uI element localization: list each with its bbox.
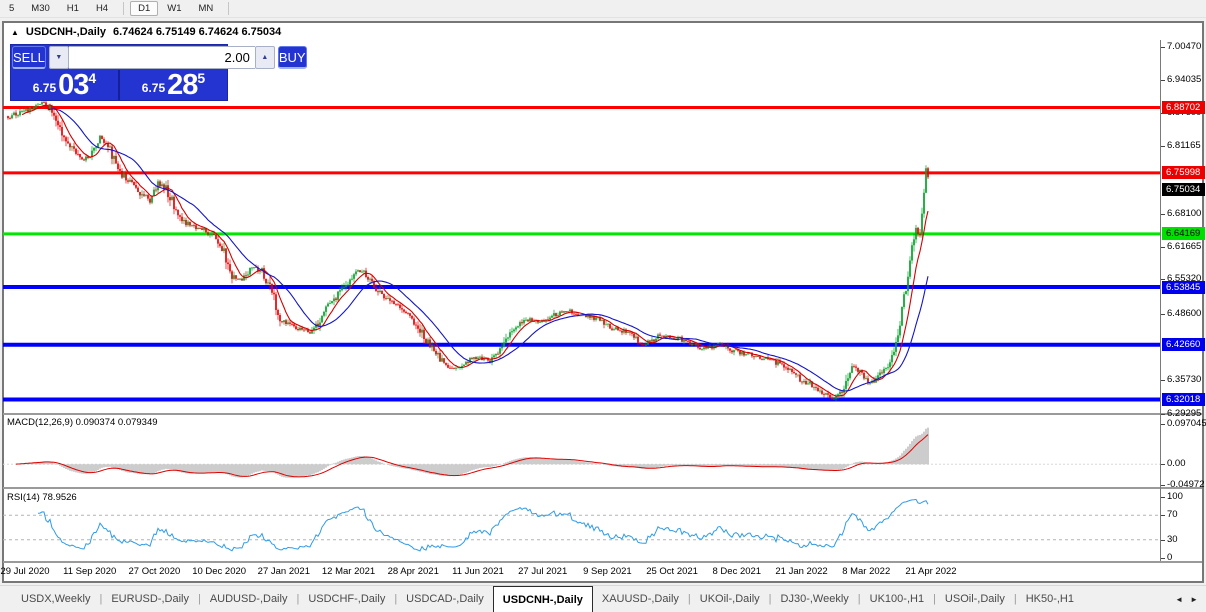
macd-axis-label: -0.04972 xyxy=(1167,479,1205,491)
date-axis-label: 11 Jun 2021 xyxy=(452,566,504,577)
date-axis-label: 8 Mar 2022 xyxy=(842,566,890,577)
date-axis-label: 27 Jul 2021 xyxy=(518,566,567,577)
price-tick-label: 6.68100 xyxy=(1167,208,1201,220)
date-axis-label: 29 Jul 2020 xyxy=(0,566,49,577)
timeframe-button-h1[interactable]: H1 xyxy=(59,1,87,16)
rsi-axis-label: 0 xyxy=(1167,552,1172,564)
price-tick-label: 6.81165 xyxy=(1167,140,1201,152)
toolbar-separator xyxy=(228,2,229,15)
timeframe-toolbar: 5M30H1H4 D1W1MN xyxy=(0,0,1206,18)
buy-price-big: 28 xyxy=(167,72,197,98)
sell-price-big: 03 xyxy=(58,72,88,98)
symbol-tab-usdcad[interactable]: USDCAD-,Daily xyxy=(397,586,493,612)
price-level-badge: 6.42660 xyxy=(1162,338,1205,351)
date-axis-label: 11 Sep 2020 xyxy=(63,566,116,577)
volume-decrease-button[interactable]: ▼ xyxy=(49,46,69,69)
tab-scroll-left-icon[interactable]: ◄ xyxy=(1175,595,1183,604)
symbol-tabs: USDX,Weekly|EURUSD-,Daily|AUDUSD-,Daily|… xyxy=(12,586,1074,612)
one-click-trade-panel: SELL ▼ ▲ BUY 6.75 03 4 6.75 28 5 xyxy=(10,44,228,101)
chart-ohlc-values: 6.74624 6.75149 6.74624 6.75034 xyxy=(113,26,281,38)
volume-input[interactable] xyxy=(69,46,255,69)
sell-button[interactable]: SELL xyxy=(12,46,46,69)
panel-separator[interactable] xyxy=(3,413,1202,415)
price-level-badge: 6.53845 xyxy=(1162,281,1205,294)
rsi-axis-label: 70 xyxy=(1167,509,1178,521)
sell-price-sup: 4 xyxy=(88,70,96,86)
price-axis-line xyxy=(1160,40,1161,561)
buy-price-small: 6.75 xyxy=(142,79,165,98)
date-axis-label: 21 Apr 2022 xyxy=(905,566,956,577)
date-axis-label: 28 Apr 2021 xyxy=(388,566,439,577)
timeframe-button-mn[interactable]: MN xyxy=(191,1,222,16)
price-level-badge: 6.32018 xyxy=(1162,393,1205,406)
symbol-tab-usdchf[interactable]: USDCHF-,Daily xyxy=(299,586,394,612)
chart-symbol-title: USDCNH-,Daily xyxy=(26,26,106,38)
buy-button[interactable]: BUY xyxy=(278,46,307,69)
collapse-arrow-icon[interactable]: ▲ xyxy=(11,28,19,37)
tab-scroll-arrows: ◄ ► xyxy=(1175,586,1206,612)
volume-stepper: ▼ ▲ xyxy=(49,46,275,69)
symbol-tab-audusd[interactable]: AUDUSD-,Daily xyxy=(201,586,297,612)
sell-price-small: 6.75 xyxy=(33,79,56,98)
price-tick-label: 6.94035 xyxy=(1167,74,1201,86)
price-level-badge: 6.88702 xyxy=(1162,101,1205,114)
sell-price-display: 6.75 03 4 xyxy=(11,70,120,100)
macd-axis-label: 0.00 xyxy=(1167,458,1186,470)
date-axis-label: 10 Dec 2020 xyxy=(192,566,246,577)
trading-terminal: 5M30H1H4D1W1MN ▲ USDCNH-,Daily 6.74624 6… xyxy=(0,0,1206,612)
date-axis-label: 12 Mar 2021 xyxy=(322,566,375,577)
timeframe-buttons: 5M30H1H4 D1W1MN xyxy=(1,1,235,16)
panel-separator[interactable] xyxy=(3,487,1202,489)
timeframe-button-d1[interactable]: D1 xyxy=(130,1,158,16)
price-tick-label: 6.61665 xyxy=(1167,241,1201,253)
symbol-tab-eurusd[interactable]: EURUSD-,Daily xyxy=(102,586,198,612)
timeframe-button-w1[interactable]: W1 xyxy=(159,1,189,16)
date-axis-label: 25 Oct 2021 xyxy=(646,566,698,577)
symbol-tab-xauusd[interactable]: XAUUSD-,Daily xyxy=(593,586,688,612)
buy-price-sup: 5 xyxy=(197,70,205,86)
macd-indicator-canvas[interactable] xyxy=(3,416,1160,486)
symbol-tab-bar: USDX,Weekly|EURUSD-,Daily|AUDUSD-,Daily|… xyxy=(0,585,1206,612)
date-axis-label: 27 Jan 2021 xyxy=(258,566,310,577)
rsi-axis-label: 100 xyxy=(1167,491,1183,503)
price-level-badge: 6.75998 xyxy=(1162,166,1205,179)
price-tick-label: 6.35730 xyxy=(1167,374,1201,386)
symbol-tab-usoil[interactable]: USOil-,Daily xyxy=(936,586,1014,612)
date-axis-label: 21 Jan 2022 xyxy=(775,566,827,577)
chart-window-titlebar: ▲ USDCNH-,Daily 6.74624 6.75149 6.74624 … xyxy=(5,24,1151,40)
buy-price-display: 6.75 28 5 xyxy=(120,70,227,100)
timeframe-button-h4[interactable]: H4 xyxy=(88,1,116,16)
price-tick-label: 7.00470 xyxy=(1167,41,1201,53)
rsi-indicator-canvas[interactable] xyxy=(3,490,1160,560)
tab-scroll-right-icon[interactable]: ► xyxy=(1190,595,1198,604)
symbol-tab-hk50[interactable]: HK50-,H1 xyxy=(1017,586,1074,612)
symbol-tab-dj30[interactable]: DJ30-,Weekly xyxy=(772,586,858,612)
trade-buttons-row: SELL ▼ ▲ BUY xyxy=(11,45,227,70)
volume-increase-button[interactable]: ▲ xyxy=(255,46,275,69)
date-axis-label: 8 Dec 2021 xyxy=(713,566,762,577)
symbol-tab-usdcnh[interactable]: USDCNH-,Daily xyxy=(493,586,593,612)
trade-prices-row: 6.75 03 4 6.75 28 5 xyxy=(11,70,227,100)
macd-axis-label: 0.097045 xyxy=(1167,418,1206,430)
timeframe-button-m30[interactable]: M30 xyxy=(23,1,57,16)
price-tick-label: 6.48600 xyxy=(1167,308,1201,320)
date-axis-label: 9 Sep 2021 xyxy=(583,566,632,577)
price-level-badge: 6.75034 xyxy=(1162,183,1205,196)
macd-label: MACD(12,26,9) 0.090374 0.079349 xyxy=(7,417,158,428)
rsi-label: RSI(14) 78.9526 xyxy=(7,492,77,503)
toolbar-separator xyxy=(123,2,124,15)
symbol-tab-ukoil[interactable]: UKOil-,Daily xyxy=(691,586,769,612)
timeframe-button-5[interactable]: 5 xyxy=(1,1,22,16)
price-level-badge: 6.64169 xyxy=(1162,227,1205,240)
symbol-tab-uk100[interactable]: UK100-,H1 xyxy=(861,586,933,612)
symbol-tab-usdx[interactable]: USDX,Weekly xyxy=(12,586,99,612)
panel-separator xyxy=(3,561,1202,563)
date-axis-label: 27 Oct 2020 xyxy=(129,566,181,577)
rsi-axis-label: 30 xyxy=(1167,534,1178,546)
